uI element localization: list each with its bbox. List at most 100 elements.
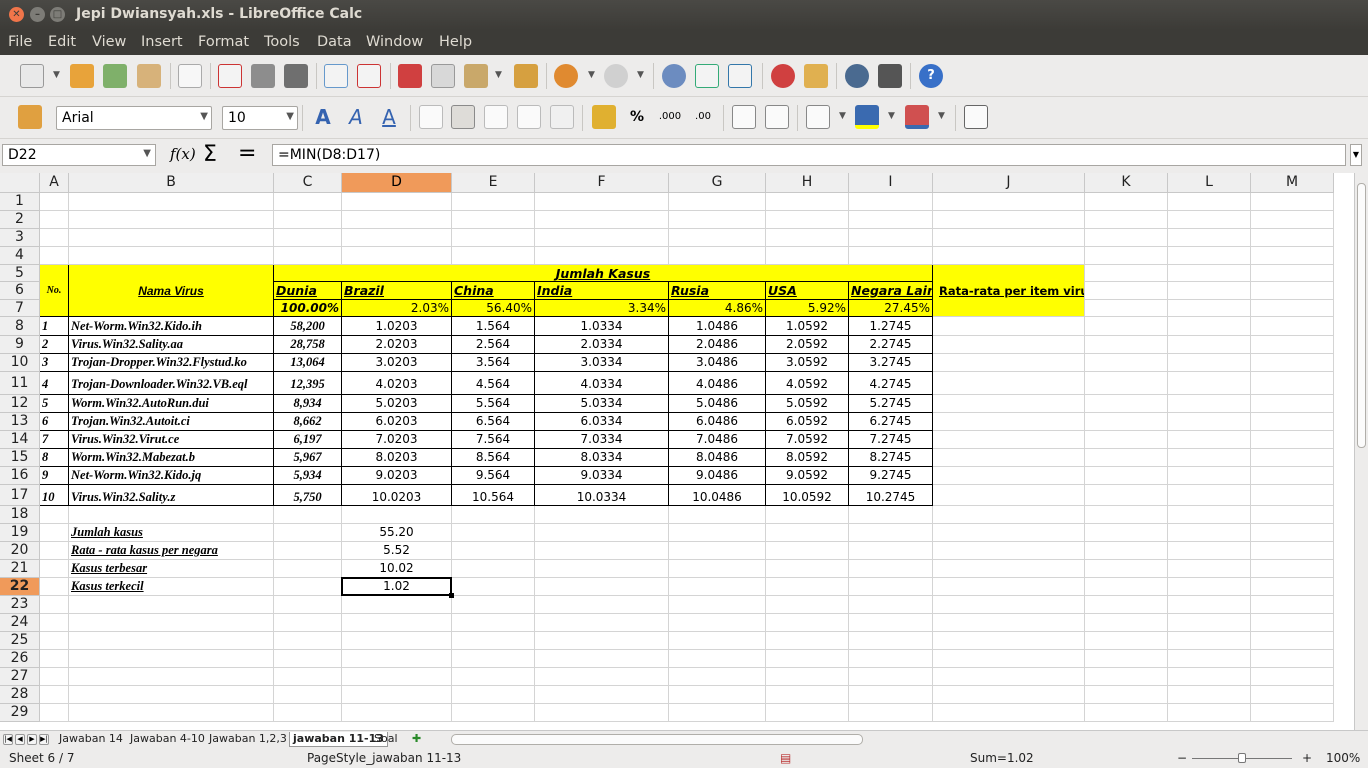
cell[interactable] [40, 524, 69, 542]
cell[interactable] [1251, 704, 1334, 722]
cell[interactable] [1251, 247, 1334, 265]
cell[interactable] [274, 211, 342, 229]
country-value-cell[interactable]: 3.564 [452, 354, 535, 372]
cell[interactable] [1251, 524, 1334, 542]
font-size-dropdown-icon[interactable]: ▼ [286, 111, 294, 122]
cell[interactable] [766, 211, 849, 229]
percent-cell[interactable]: 4.86% [669, 300, 766, 317]
cell[interactable] [669, 211, 766, 229]
cell[interactable] [766, 596, 849, 614]
cell[interactable] [933, 578, 1085, 596]
country-value-cell[interactable]: 4.0592 [766, 372, 849, 395]
cell[interactable] [40, 193, 69, 211]
cell[interactable] [1168, 560, 1251, 578]
cell[interactable] [452, 704, 535, 722]
row-number-cell[interactable]: 5 [40, 395, 69, 413]
cell[interactable] [766, 686, 849, 704]
world-cases-cell[interactable]: 5,967 [274, 449, 342, 467]
cell[interactable] [535, 704, 669, 722]
cell[interactable] [1085, 614, 1168, 632]
row-number-cell[interactable]: 8 [40, 449, 69, 467]
cell[interactable] [535, 632, 669, 650]
header-country-cell[interactable]: China [452, 282, 535, 300]
header-country-cell[interactable]: USA [766, 282, 849, 300]
country-value-cell[interactable]: 1.564 [452, 317, 535, 336]
cell[interactable] [535, 193, 669, 211]
cell[interactable] [69, 614, 274, 632]
close-window-button[interactable]: ✕ [9, 7, 24, 22]
country-value-cell[interactable]: 10.0592 [766, 485, 849, 506]
column-header-h[interactable]: H [766, 173, 849, 193]
cell[interactable] [1168, 578, 1251, 596]
cell[interactable] [1168, 193, 1251, 211]
cell[interactable] [1251, 372, 1334, 395]
cell[interactable] [342, 632, 452, 650]
select-all-corner[interactable] [0, 173, 40, 193]
minimize-window-button[interactable]: – [30, 7, 45, 22]
cell[interactable] [1168, 247, 1251, 265]
cell[interactable] [849, 650, 933, 668]
cell[interactable] [766, 704, 849, 722]
cell[interactable] [1251, 506, 1334, 524]
cell[interactable] [766, 578, 849, 596]
cell[interactable] [1251, 467, 1334, 485]
world-cases-cell[interactable]: 13,064 [274, 354, 342, 372]
cell[interactable] [40, 229, 69, 247]
menu-view[interactable]: View [92, 34, 126, 50]
cell[interactable] [1085, 485, 1168, 506]
cell[interactable] [535, 524, 669, 542]
cell[interactable] [452, 650, 535, 668]
row-header-26[interactable]: 26 [0, 650, 40, 668]
cell[interactable] [342, 506, 452, 524]
country-value-cell[interactable]: 4.564 [452, 372, 535, 395]
world-cases-cell[interactable]: 8,934 [274, 395, 342, 413]
cell[interactable] [40, 560, 69, 578]
cell[interactable] [1085, 467, 1168, 485]
sheet-tab-soal[interactable]: Soal [371, 732, 401, 747]
styles-formatting-icon[interactable] [18, 105, 42, 129]
cell[interactable] [40, 247, 69, 265]
menu-tools[interactable]: Tools [264, 34, 300, 50]
world-cases-cell[interactable]: 58,200 [274, 317, 342, 336]
country-value-cell[interactable]: 7.0334 [535, 431, 669, 449]
sheet-tab-jawaban-14[interactable]: Jawaban 14 [56, 732, 126, 747]
spellcheck-icon[interactable] [324, 64, 348, 88]
cell[interactable] [1168, 372, 1251, 395]
cell[interactable] [1251, 193, 1334, 211]
cell[interactable] [1168, 632, 1251, 650]
header-country-cell[interactable]: Dunia [274, 282, 342, 300]
cell[interactable] [535, 650, 669, 668]
cell[interactable] [452, 247, 535, 265]
summary-value-cell[interactable]: 55.20 [342, 524, 452, 542]
cell[interactable] [766, 247, 849, 265]
column-header-a[interactable]: A [40, 173, 69, 193]
world-cases-cell[interactable]: 8,662 [274, 413, 342, 431]
cell[interactable] [342, 596, 452, 614]
cell[interactable] [69, 632, 274, 650]
function-wizard-icon[interactable]: f(x) [170, 145, 196, 163]
row-header-12[interactable]: 12 [0, 395, 40, 413]
cell[interactable] [1168, 317, 1251, 336]
cell[interactable] [40, 614, 69, 632]
summary-value-cell[interactable]: 10.02 [342, 560, 452, 578]
cell[interactable] [274, 686, 342, 704]
cell[interactable] [274, 193, 342, 211]
cell[interactable] [933, 704, 1085, 722]
menu-insert[interactable]: Insert [141, 34, 183, 50]
country-value-cell[interactable]: 7.564 [452, 431, 535, 449]
cell[interactable] [1085, 668, 1168, 686]
country-value-cell[interactable]: 1.2745 [849, 317, 933, 336]
sum-icon[interactable]: Σ [203, 142, 217, 167]
country-value-cell[interactable]: 10.564 [452, 485, 535, 506]
percent-cell[interactable]: 56.40% [452, 300, 535, 317]
cell[interactable] [849, 578, 933, 596]
cell[interactable] [1251, 413, 1334, 431]
cell[interactable] [849, 560, 933, 578]
formula-input[interactable]: =MIN(D8:D17) [272, 144, 1346, 166]
cell[interactable] [849, 211, 933, 229]
undo-dropdown-icon[interactable]: ▼ [588, 70, 595, 80]
country-value-cell[interactable]: 8.0203 [342, 449, 452, 467]
column-header-k[interactable]: K [1085, 173, 1168, 193]
cell[interactable] [933, 431, 1085, 449]
country-value-cell[interactable]: 6.564 [452, 413, 535, 431]
